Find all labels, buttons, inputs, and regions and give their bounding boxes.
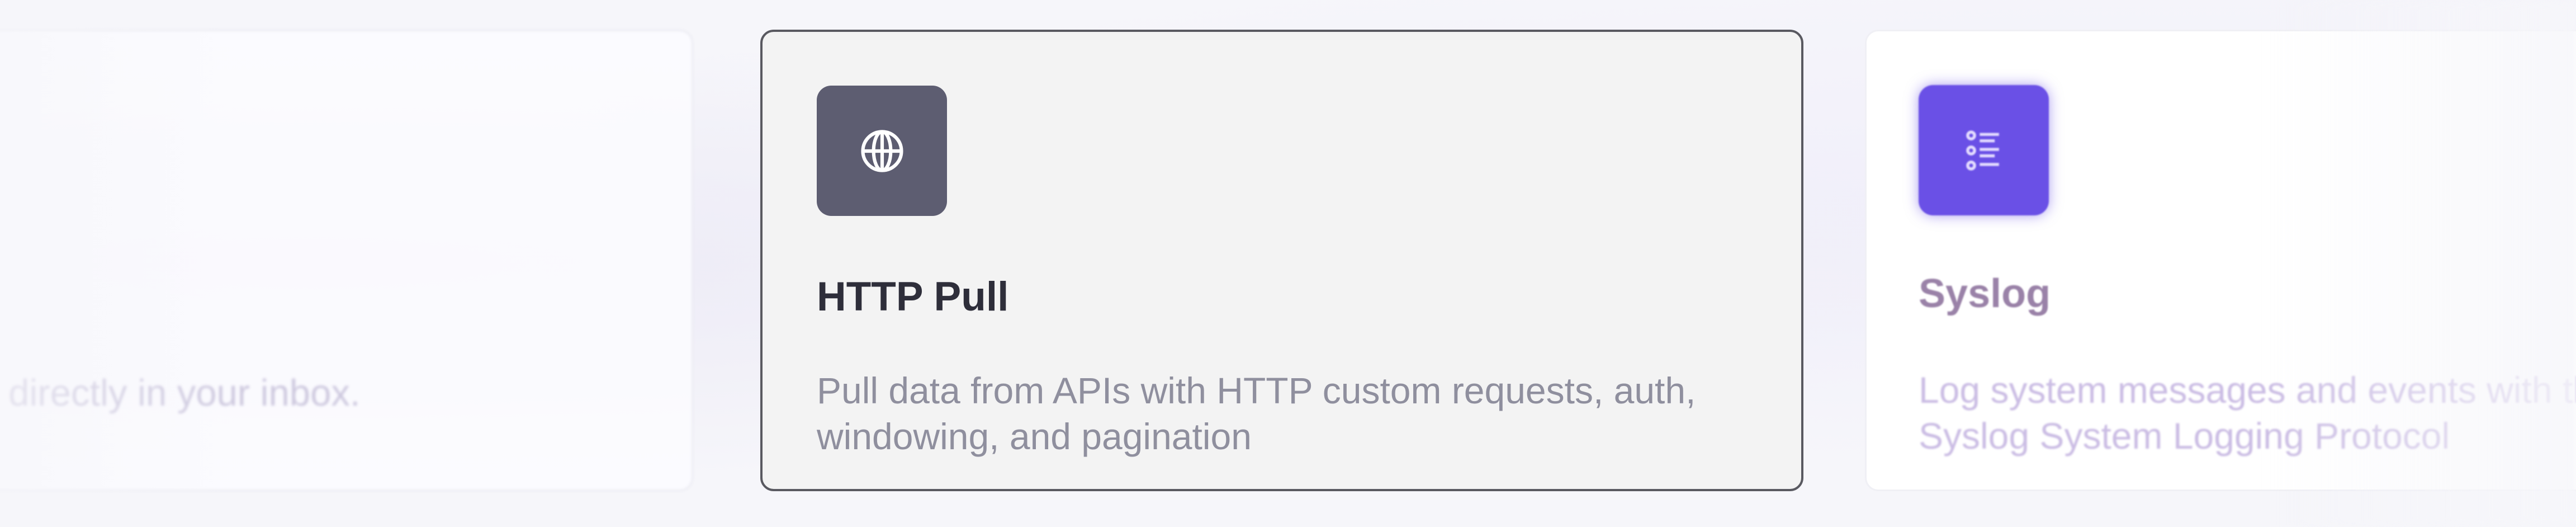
card-icon-tile bbox=[817, 86, 947, 216]
list-icon bbox=[1966, 130, 1999, 171]
edge-fade-left bbox=[0, 0, 235, 527]
card-title: Syslog bbox=[1919, 271, 2051, 316]
card-icon-tile bbox=[1919, 85, 2049, 215]
edge-fade-right bbox=[2264, 0, 2576, 527]
card-description: Pull data from APIs with HTTP custom req… bbox=[817, 370, 1696, 457]
globe-icon bbox=[860, 129, 903, 172]
card-title: HTTP Pull bbox=[817, 274, 1009, 319]
source-card-http-pull[interactable]: HTTP Pull Pull data from APIs with HTTP … bbox=[760, 30, 1803, 491]
